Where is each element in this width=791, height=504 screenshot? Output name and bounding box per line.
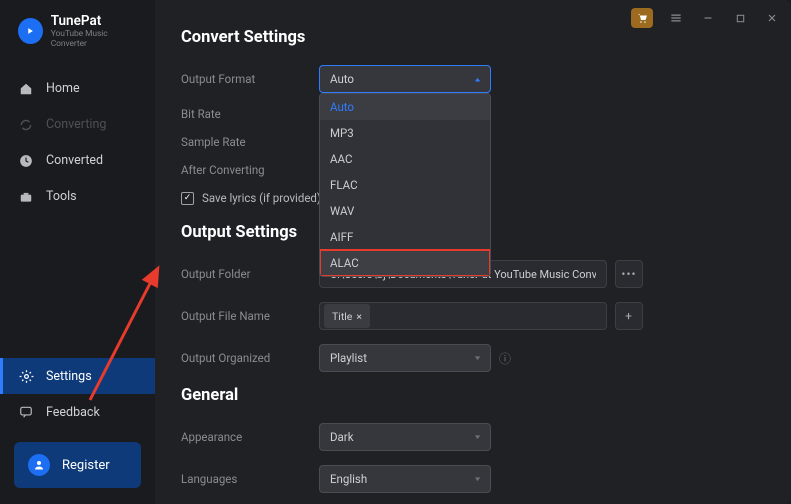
option-auto[interactable]: Auto (320, 94, 490, 120)
output-format-select[interactable]: Auto ▲ (319, 65, 491, 93)
clock-icon (18, 153, 34, 169)
sidebar-item-label: Settings (46, 369, 92, 384)
sidebar-item-converting[interactable]: Converting (0, 107, 155, 143)
cart-icon[interactable] (631, 8, 653, 28)
toolbox-icon (18, 189, 34, 205)
output-filename-label: Output File Name (181, 309, 319, 323)
bit-rate-label: Bit Rate (181, 107, 319, 121)
chevron-down-icon: ▼ (473, 433, 482, 441)
output-folder-label: Output Folder (181, 267, 319, 281)
browse-folder-button[interactable]: ••• (615, 260, 643, 288)
output-format-dropdown: Auto MP3 AAC FLAC WAV AIFF ALAC (319, 93, 491, 277)
languages-label: Languages (181, 472, 319, 486)
option-wav[interactable]: WAV (320, 198, 490, 224)
sidebar-item-label: Home (46, 81, 80, 96)
output-filename-field[interactable]: Title × (319, 302, 607, 330)
close-button[interactable] (763, 9, 781, 27)
appearance-label: Appearance (181, 430, 319, 444)
output-organized-label: Output Organized (181, 351, 319, 365)
sidebar-item-feedback[interactable]: Feedback (0, 394, 155, 430)
sidebar-item-label: Tools (46, 189, 77, 204)
option-aiff[interactable]: AIFF (320, 224, 490, 250)
select-value: Dark (330, 430, 354, 444)
option-mp3[interactable]: MP3 (320, 120, 490, 146)
home-icon (18, 81, 34, 97)
sidebar-item-label: Converting (46, 117, 106, 132)
option-flac[interactable]: FLAC (320, 172, 490, 198)
section-title-general: General (181, 386, 767, 405)
select-value: Auto (330, 72, 354, 86)
app-title: TunePat (51, 14, 141, 29)
languages-select[interactable]: English ▼ (319, 465, 491, 493)
chevron-up-icon: ▲ (473, 75, 482, 83)
sidebar-item-label: Converted (46, 153, 103, 168)
maximize-button[interactable] (731, 9, 749, 27)
add-filename-tag-button[interactable]: + (615, 302, 643, 330)
section-title-convert: Convert Settings (181, 28, 767, 47)
register-label: Register (62, 458, 110, 473)
option-alac[interactable]: ALAC (320, 250, 490, 276)
sidebar-item-converted[interactable]: Converted (0, 143, 155, 179)
user-icon (28, 454, 50, 476)
output-format-label: Output Format (181, 72, 319, 86)
gear-icon (18, 368, 34, 384)
sidebar-item-home[interactable]: Home (0, 71, 155, 107)
close-icon[interactable]: × (356, 310, 362, 323)
chevron-down-icon: ▼ (473, 475, 482, 483)
app-logo-icon (18, 18, 43, 44)
chevron-down-icon: ▼ (473, 354, 482, 362)
sidebar-item-tools[interactable]: Tools (0, 179, 155, 215)
info-icon[interactable]: ⓘ (499, 350, 511, 367)
after-converting-label: After Converting (181, 163, 319, 177)
sample-rate-label: Sample Rate (181, 135, 319, 149)
select-value: English (330, 472, 367, 486)
save-lyrics-label: Save lyrics (if provided) (202, 191, 321, 205)
option-aac[interactable]: AAC (320, 146, 490, 172)
window-controls (631, 8, 781, 28)
sidebar-item-label: Feedback (46, 405, 100, 420)
sidebar-item-settings[interactable]: Settings (0, 358, 155, 394)
filename-tag-title[interactable]: Title × (324, 304, 370, 328)
app-subtitle: YouTube Music Converter (51, 29, 141, 49)
output-organized-select[interactable]: Playlist ▼ (319, 344, 491, 372)
minimize-button[interactable] (699, 9, 717, 27)
save-lyrics-checkbox[interactable]: ✓ (181, 192, 194, 205)
register-button[interactable]: Register (14, 442, 141, 488)
brand: TunePat YouTube Music Converter (0, 0, 155, 65)
chat-icon (18, 404, 34, 420)
refresh-icon (18, 117, 34, 133)
hamburger-icon[interactable] (667, 9, 685, 27)
appearance-select[interactable]: Dark ▼ (319, 423, 491, 451)
select-value: Playlist (330, 351, 367, 365)
